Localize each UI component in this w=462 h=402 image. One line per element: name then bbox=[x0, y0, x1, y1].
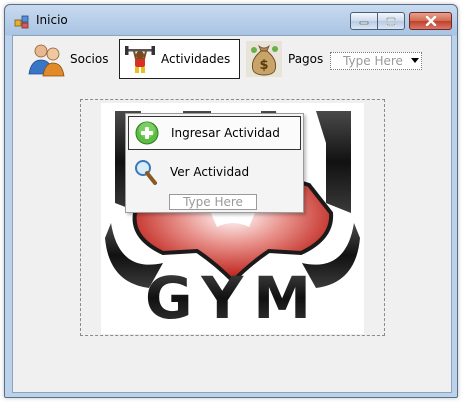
add-icon bbox=[135, 121, 159, 145]
main-window: Inicio Socios Actividades $ Pagos Type H… bbox=[4, 4, 458, 398]
window-title: Inicio bbox=[36, 13, 68, 27]
magnifier-icon bbox=[135, 160, 157, 185]
logo-text: GYM bbox=[145, 264, 321, 332]
actividades-dropdown-menu: Ingresar Actividad Ver Actividad Type He… bbox=[125, 113, 304, 213]
menu-combo-box[interactable]: Type Here bbox=[330, 52, 422, 70]
app-icon bbox=[14, 15, 29, 29]
weightlifter-icon bbox=[125, 46, 155, 73]
maximize-icon bbox=[386, 16, 396, 26]
menu-bar: Socios Actividades $ Pagos Type Here bbox=[13, 36, 451, 82]
maximize-button[interactable] bbox=[378, 12, 405, 30]
title-bar[interactable]: Inicio bbox=[5, 5, 457, 35]
chevron-down-icon[interactable] bbox=[409, 54, 421, 68]
minimize-button[interactable] bbox=[350, 12, 378, 30]
svg-text:$: $ bbox=[259, 58, 268, 73]
menu-label-pagos: Pagos bbox=[288, 52, 324, 66]
dropdown-item-ingresar-actividad[interactable]: Ingresar Actividad bbox=[128, 116, 301, 150]
dropdown-item-ver-actividad[interactable]: Ver Actividad bbox=[128, 155, 301, 189]
menu-label-actividades: Actividades bbox=[161, 52, 231, 66]
menu-item-pagos[interactable]: $ Pagos bbox=[241, 39, 327, 79]
minimize-icon bbox=[359, 21, 369, 25]
menu-label-socios: Socios bbox=[70, 52, 109, 66]
form-client-area: Socios Actividades $ Pagos Type Here GYM… bbox=[12, 35, 452, 393]
menu-item-actividades[interactable]: Actividades bbox=[119, 39, 240, 79]
dropdown-label-ver-actividad: Ver Actividad bbox=[170, 165, 250, 179]
dropdown-text-input[interactable]: Type Here bbox=[169, 194, 257, 210]
close-icon bbox=[425, 16, 436, 26]
dropdown-label-ingresar-actividad: Ingresar Actividad bbox=[171, 126, 280, 140]
combo-placeholder: Type Here bbox=[343, 54, 403, 68]
users-icon bbox=[28, 44, 65, 77]
menu-item-socios[interactable]: Socios bbox=[23, 39, 112, 79]
money-bag-icon: $ bbox=[246, 41, 282, 77]
close-button[interactable] bbox=[409, 12, 452, 30]
